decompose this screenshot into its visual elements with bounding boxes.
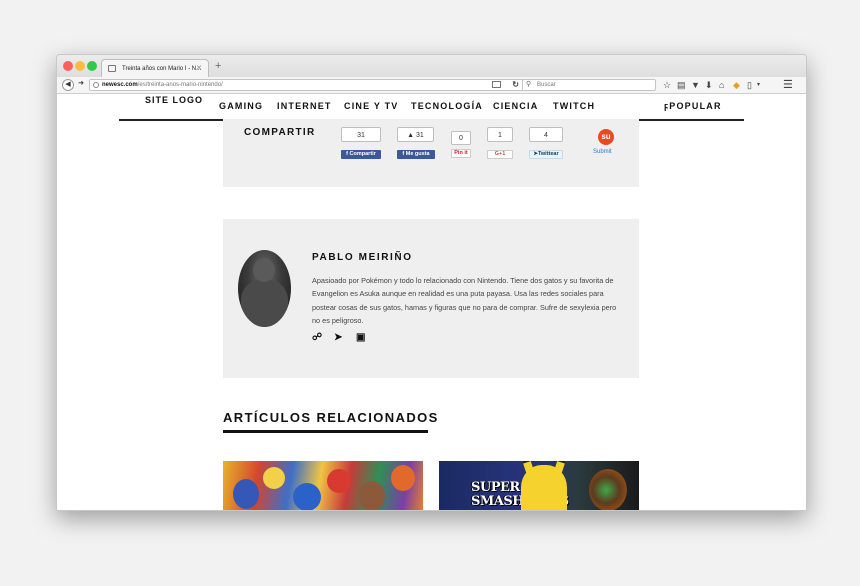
back-button[interactable]: ◀ — [62, 79, 74, 91]
browser-window: Treinta años con Mario I - N... ✕ + ◀ ➜ … — [56, 54, 807, 511]
browser-tab-active[interactable]: Treinta años con Mario I - N... ✕ — [101, 59, 209, 77]
author-name[interactable]: PABLO MEIRIÑO — [312, 252, 413, 263]
pinterest-button[interactable]: Pin it — [451, 149, 471, 158]
character-shape — [293, 483, 321, 510]
author-box: PABLO MEIRIÑO Apasioado por Pokémon y to… — [223, 219, 639, 378]
new-tab-button[interactable]: + — [215, 59, 221, 73]
page-favicon-icon — [108, 65, 116, 72]
stumbleupon-icon[interactable]: su — [598, 129, 614, 145]
minimize-window-button[interactable] — [75, 61, 85, 71]
url-text: newesc.com/es/treinta-anos-mario-nintend… — [102, 80, 223, 90]
facebook-share-button[interactable]: f Compartir — [341, 150, 381, 159]
avatar-head-shape — [253, 258, 275, 282]
character-shape — [327, 469, 351, 493]
link-icon[interactable]: ☍ — [312, 332, 322, 344]
related-article-thumbnail-1[interactable] — [223, 461, 423, 510]
site-logo[interactable]: SITE LOGO — [145, 95, 203, 105]
twitter-icon[interactable]: ➤ — [334, 332, 342, 344]
nav-item-popular[interactable]: ϝPOPULAR — [664, 101, 722, 111]
url-path: /es/treinta-anos-mario-nintendo/ — [137, 82, 223, 88]
nav-item-twitch[interactable]: TWITCH — [553, 101, 595, 111]
character-shape — [359, 481, 385, 510]
reader-view-icon[interactable] — [492, 81, 501, 88]
samus-helmet-shape — [589, 469, 627, 510]
tab-title: Treinta años con Mario I - N... — [122, 66, 202, 72]
character-shape — [263, 467, 285, 489]
stumbleupon-submit-link[interactable]: Submit — [593, 149, 612, 155]
hamburger-menu-icon[interactable]: ☰ — [783, 79, 793, 91]
nav-item-internet[interactable]: INTERNET — [277, 101, 332, 111]
extension-menu-icon[interactable]: ▯ — [747, 79, 752, 91]
logo-line-1: SUPER — [471, 480, 520, 495]
nav-item-gaming[interactable]: GAMING — [219, 101, 263, 111]
facebook-share-label: Compartir — [349, 151, 376, 157]
twitter-count: 4 — [529, 127, 563, 142]
bookmarks-menu-icon[interactable]: ▤ — [677, 79, 686, 91]
pikachu-ear-shape — [521, 461, 537, 481]
url-bar[interactable]: newesc.com/es/treinta-anos-mario-nintend… — [89, 79, 524, 91]
browser-toolbar: ◀ ➜ newesc.com/es/treinta-anos-mario-nin… — [57, 77, 806, 94]
search-placeholder: Buscar — [537, 82, 556, 88]
home-icon[interactable]: ⌂ — [719, 79, 724, 91]
facebook-like-count: ▲ 31 — [397, 127, 434, 142]
facebook-like-button[interactable]: f Me gusta — [397, 150, 435, 159]
pinterest-count: 0 — [451, 131, 471, 145]
nav-item-tecnologia[interactable]: TECNOLOGÍA — [411, 101, 483, 111]
facebook-share-count: 31 — [341, 127, 381, 142]
character-shape — [233, 479, 259, 509]
site-info-icon[interactable] — [93, 82, 99, 88]
forward-button[interactable]: ➜ — [75, 79, 87, 91]
tab-bar: Treinta años con Mario I - N... ✕ + — [57, 55, 806, 77]
nav-item-cine-y-tv[interactable]: CINE Y TV — [344, 101, 398, 111]
pikachu-shape — [521, 461, 567, 510]
search-bar[interactable]: ⚲ Buscar — [522, 79, 656, 91]
author-avatar — [238, 250, 291, 327]
twitter-label: Twittear — [537, 151, 559, 157]
chevron-down-icon[interactable]: ▾ — [757, 79, 760, 91]
url-host: newesc.com — [102, 82, 138, 88]
popular-label: POPULAR — [669, 101, 722, 111]
bookmark-star-icon[interactable]: ☆ — [663, 79, 671, 91]
search-icon: ⚲ — [526, 81, 532, 88]
downloads-icon[interactable]: ⬇ — [705, 79, 713, 91]
maximize-window-button[interactable] — [87, 61, 97, 71]
character-shape — [391, 465, 415, 491]
share-label: COMPARTIR — [244, 127, 316, 138]
share-panel: COMPARTIR 31 f Compartir ▲ 31 f Me gusta… — [223, 119, 639, 187]
close-window-button[interactable] — [63, 61, 73, 71]
gplus-count: 1 — [487, 127, 513, 142]
like-count-value: 31 — [416, 132, 424, 139]
tab-close-icon[interactable]: ✕ — [196, 60, 202, 77]
reload-icon[interactable]: ↻ — [512, 80, 519, 90]
gplus-button[interactable]: G+1 — [487, 150, 513, 159]
pikachu-ear-shape — [551, 461, 567, 481]
thumbs-up-icon: ▲ — [407, 132, 417, 139]
site-navigation: SITE LOGO GAMING INTERNET CINE Y TV TECN… — [119, 94, 744, 121]
related-article-thumbnail-2[interactable]: SUPER SMASH BROS — [439, 461, 639, 510]
pocket-icon[interactable]: ▼ — [691, 79, 700, 91]
twitter-button[interactable]: ➤Twittear — [529, 150, 563, 159]
extension-icon[interactable]: ◆ — [733, 79, 740, 91]
instagram-icon[interactable]: ▣ — [356, 332, 365, 344]
avatar-body-shape — [241, 280, 288, 327]
author-bio: Apasioado por Pokémon y todo lo relacion… — [312, 276, 617, 325]
nav-item-ciencia[interactable]: CIENCIA — [493, 101, 538, 111]
related-title-underline — [223, 430, 428, 433]
related-articles-title: ARTÍCULOS RELACIONADOS — [223, 410, 439, 425]
facebook-like-label: Me gusta — [405, 151, 430, 157]
